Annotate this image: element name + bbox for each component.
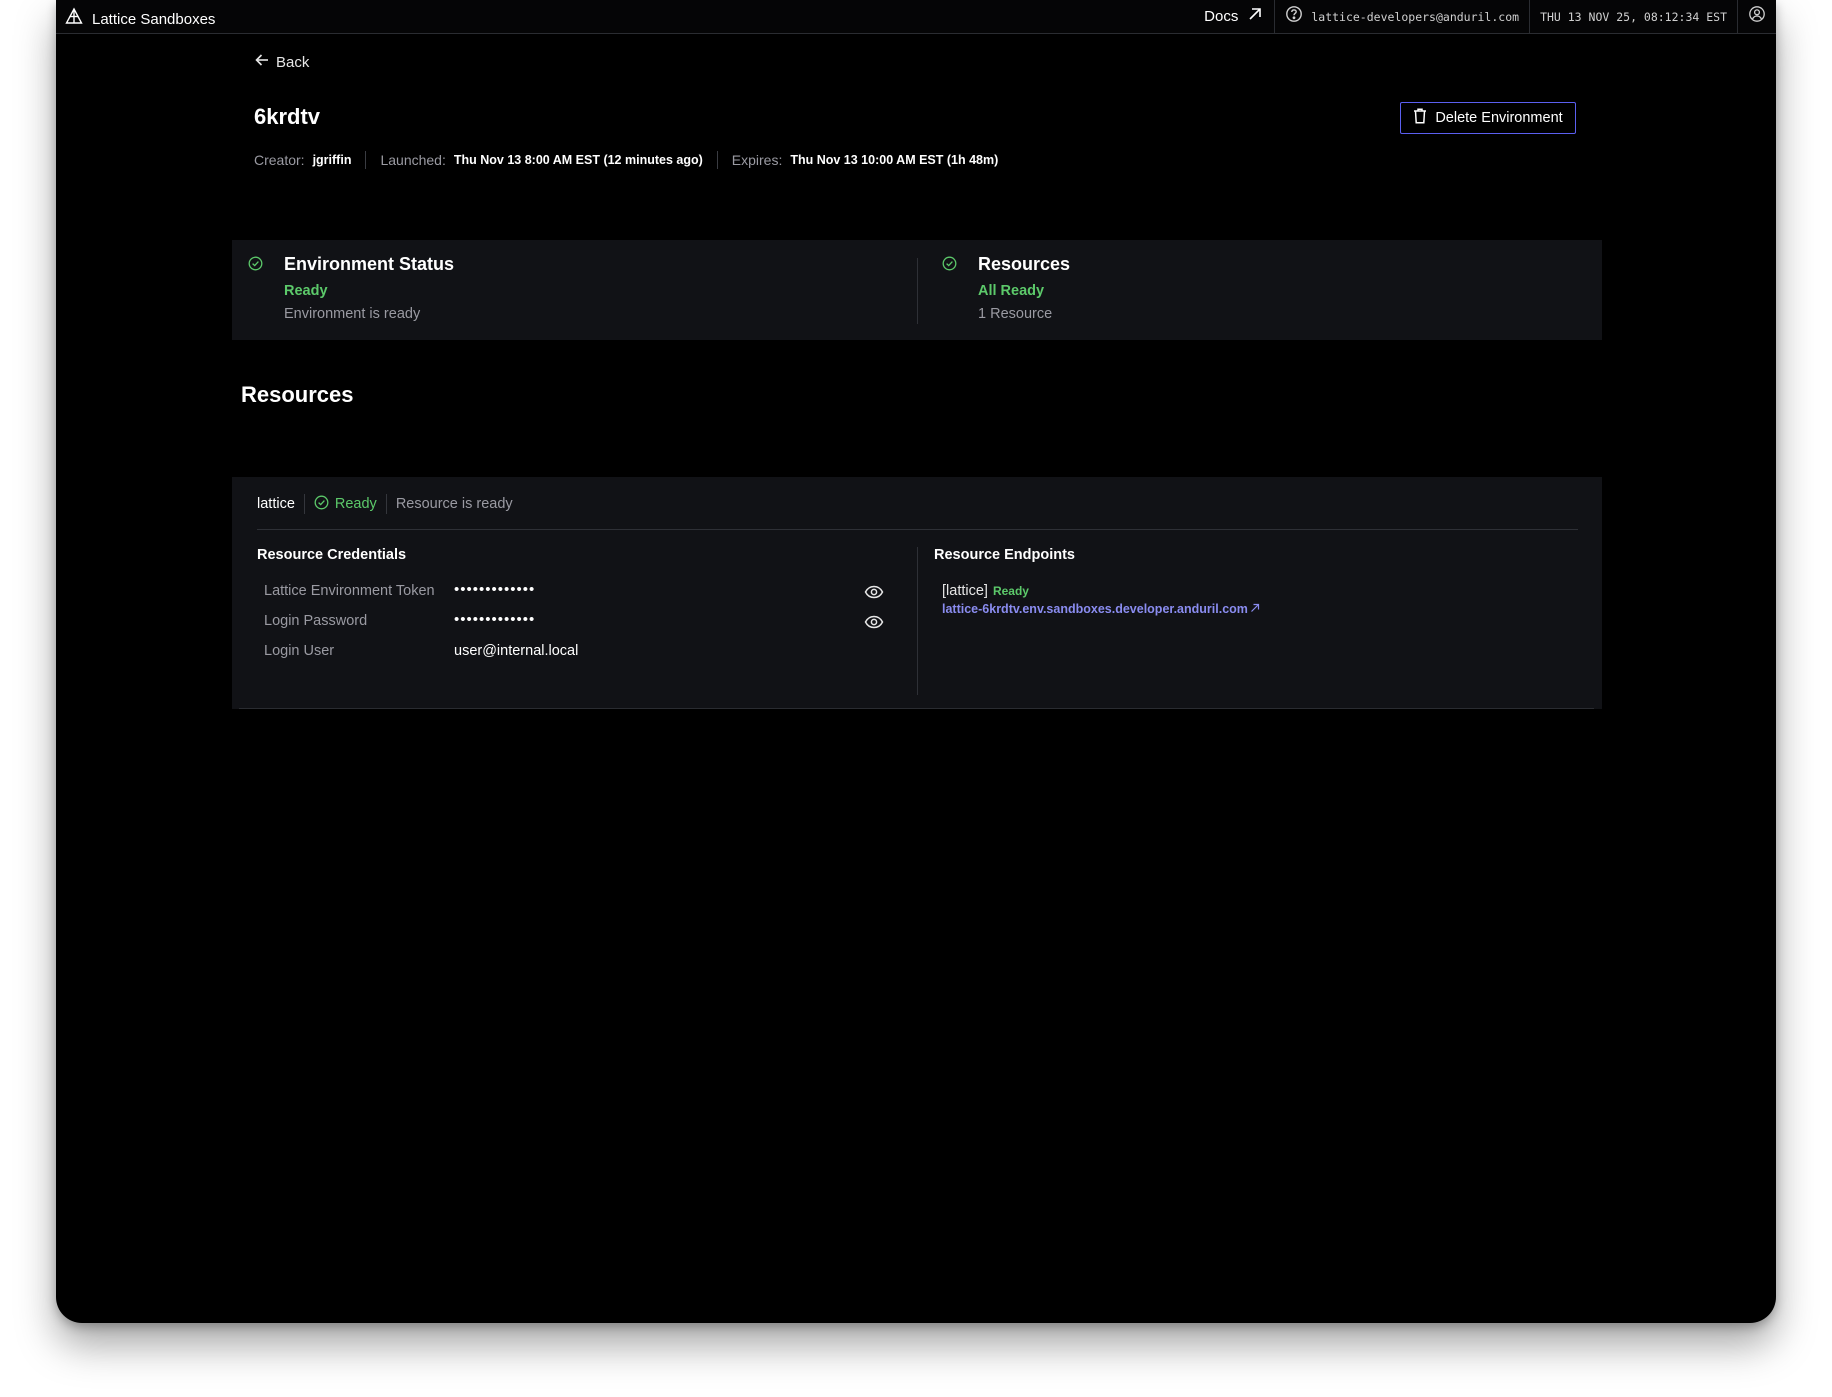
environment-status-description: Environment is ready <box>284 306 421 322</box>
environment-status-title: Environment Status <box>284 254 455 274</box>
endpoint-header: [lattice] Ready <box>942 583 1029 599</box>
eye-icon[interactable] <box>864 584 884 600</box>
status-summary-panel: Environment Status Ready Environment is … <box>232 240 1602 340</box>
docs-link[interactable]: Docs <box>1194 0 1274 33</box>
resources-status-description: 1 Resource <box>978 306 1053 322</box>
app-title: Lattice Sandboxes <box>92 10 216 28</box>
credentials-title: Resource Credentials <box>257 547 407 563</box>
launched-value: Thu Nov 13 8:00 AM EST (12 minutes ago) <box>453 153 703 167</box>
endpoints-title: Resource Endpoints <box>934 547 1075 563</box>
delete-label: Delete Environment <box>1435 110 1563 126</box>
user-menu[interactable] <box>1737 0 1776 33</box>
header-divider <box>385 494 387 514</box>
back-button[interactable]: Back <box>254 52 309 72</box>
endpoint-status: Ready <box>992 584 1029 598</box>
resource-header-divider <box>257 529 1578 530</box>
resource-card: lattice Ready Resource is ready Resource… <box>232 477 1602 709</box>
top-bar: Lattice Sandboxes Docs lattice-developer… <box>56 0 1776 34</box>
clock: THU 13 NOV 25, 08:12:34 EST <box>1529 0 1737 33</box>
resources-status-title: Resources <box>978 254 1071 274</box>
trash-icon <box>1413 108 1427 128</box>
check-circle-icon <box>248 256 263 271</box>
resource-name: lattice <box>257 496 295 512</box>
resource-status-text: Ready <box>334 496 377 512</box>
user-avatar-icon <box>1748 5 1766 28</box>
environment-status-state: Ready <box>284 283 328 299</box>
check-circle-icon <box>942 256 957 271</box>
back-label: Back <box>276 53 310 71</box>
eye-icon[interactable] <box>864 614 884 630</box>
credential-value[interactable]: ••••••••••••• <box>454 611 535 628</box>
credential-label: Lattice Environment Token <box>264 583 435 599</box>
page-title: 6krdtv <box>254 104 321 129</box>
resource-column-divider <box>917 547 918 695</box>
header-divider <box>303 494 305 514</box>
meta-divider <box>716 151 718 169</box>
environment-meta: Creator: jgriffin Launched: Thu Nov 13 8… <box>254 151 998 169</box>
creator-value: jgriffin <box>312 153 352 167</box>
brand[interactable]: Lattice Sandboxes <box>64 7 215 31</box>
resources-status-card: Resources All Ready 1 Resource <box>926 240 1602 340</box>
docs-label: Docs <box>1204 8 1239 25</box>
credential-value[interactable]: user@internal.local <box>454 643 578 659</box>
external-arrow-icon <box>1246 5 1264 28</box>
external-arrow-icon <box>1250 602 1260 616</box>
endpoint-url: lattice-6krdtv.env.sandboxes.developer.a… <box>942 602 1248 616</box>
creator-label: Creator: <box>254 152 305 168</box>
main-content: Back 6krdtv Delete Environment Creator: … <box>56 34 1776 1323</box>
support-link[interactable]: lattice-developers@anduril.com <box>1274 0 1529 33</box>
meta-divider <box>365 151 367 169</box>
expires-label: Expires: <box>731 152 783 168</box>
environment-status-card: Environment Status Ready Environment is … <box>232 240 917 340</box>
resource-message: Resource is ready <box>395 496 513 512</box>
endpoint-name: [lattice] <box>942 583 988 599</box>
datetime-readout: THU 13 NOV 25, 08:12:34 EST <box>1540 9 1727 24</box>
help-circle-icon <box>1285 5 1303 28</box>
delete-environment-button[interactable]: Delete Environment <box>1400 102 1576 134</box>
credential-value[interactable]: ••••••••••••• <box>454 581 535 598</box>
endpoint-link[interactable]: lattice-6krdtv.env.sandboxes.developer.a… <box>942 602 1260 616</box>
launched-label: Launched: <box>380 152 446 168</box>
lattice-logo-icon <box>64 7 84 31</box>
credential-row: Lattice Environment Token ••••••••••••• <box>264 581 894 605</box>
credential-label: Login User <box>264 643 335 659</box>
status-divider <box>917 258 918 324</box>
arrow-left-icon <box>254 52 270 72</box>
expires-value: Thu Nov 13 10:00 AM EST (1h 48m) <box>790 153 999 167</box>
app-window: Lattice Sandboxes Docs lattice-developer… <box>56 0 1776 1323</box>
credential-row: Login Password ••••••••••••• <box>264 611 894 635</box>
resources-status-state: All Ready <box>978 283 1045 299</box>
credential-label: Login Password <box>264 613 368 629</box>
credential-row: Login User user@internal.local <box>264 641 894 665</box>
resources-section-title: Resources <box>241 382 354 407</box>
bottom-divider <box>239 708 1594 709</box>
resource-status-badge: Ready <box>314 495 377 514</box>
resource-header: lattice Ready Resource is ready <box>257 494 513 514</box>
check-circle-icon <box>314 495 329 514</box>
support-email: lattice-developers@anduril.com <box>1311 9 1520 24</box>
